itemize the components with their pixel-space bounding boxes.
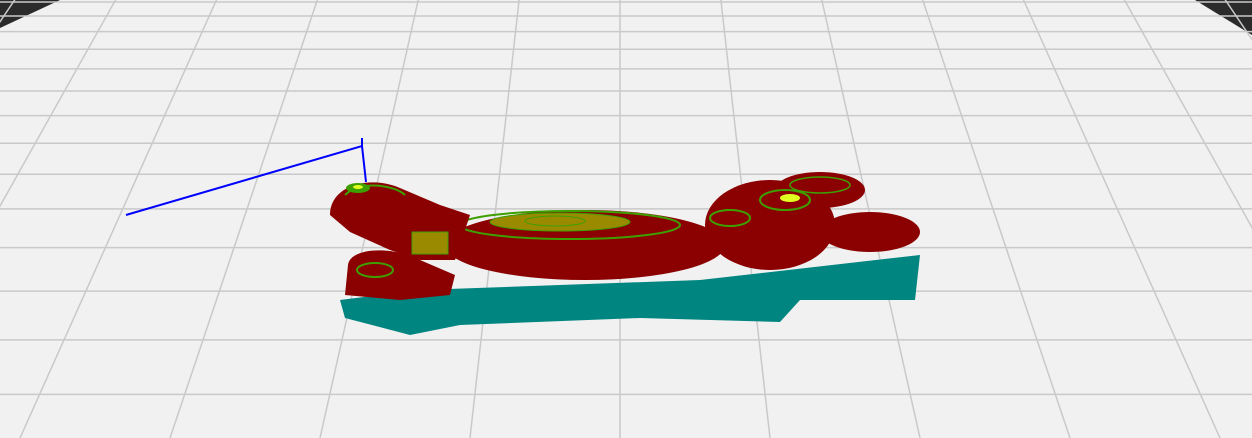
3d-preview-viewport[interactable] (0, 0, 1252, 438)
background-corner-left (0, 0, 60, 28)
scene[interactable] (0, 0, 1252, 438)
background-corner-right (1195, 0, 1252, 35)
travel-move-path (125, 144, 367, 216)
